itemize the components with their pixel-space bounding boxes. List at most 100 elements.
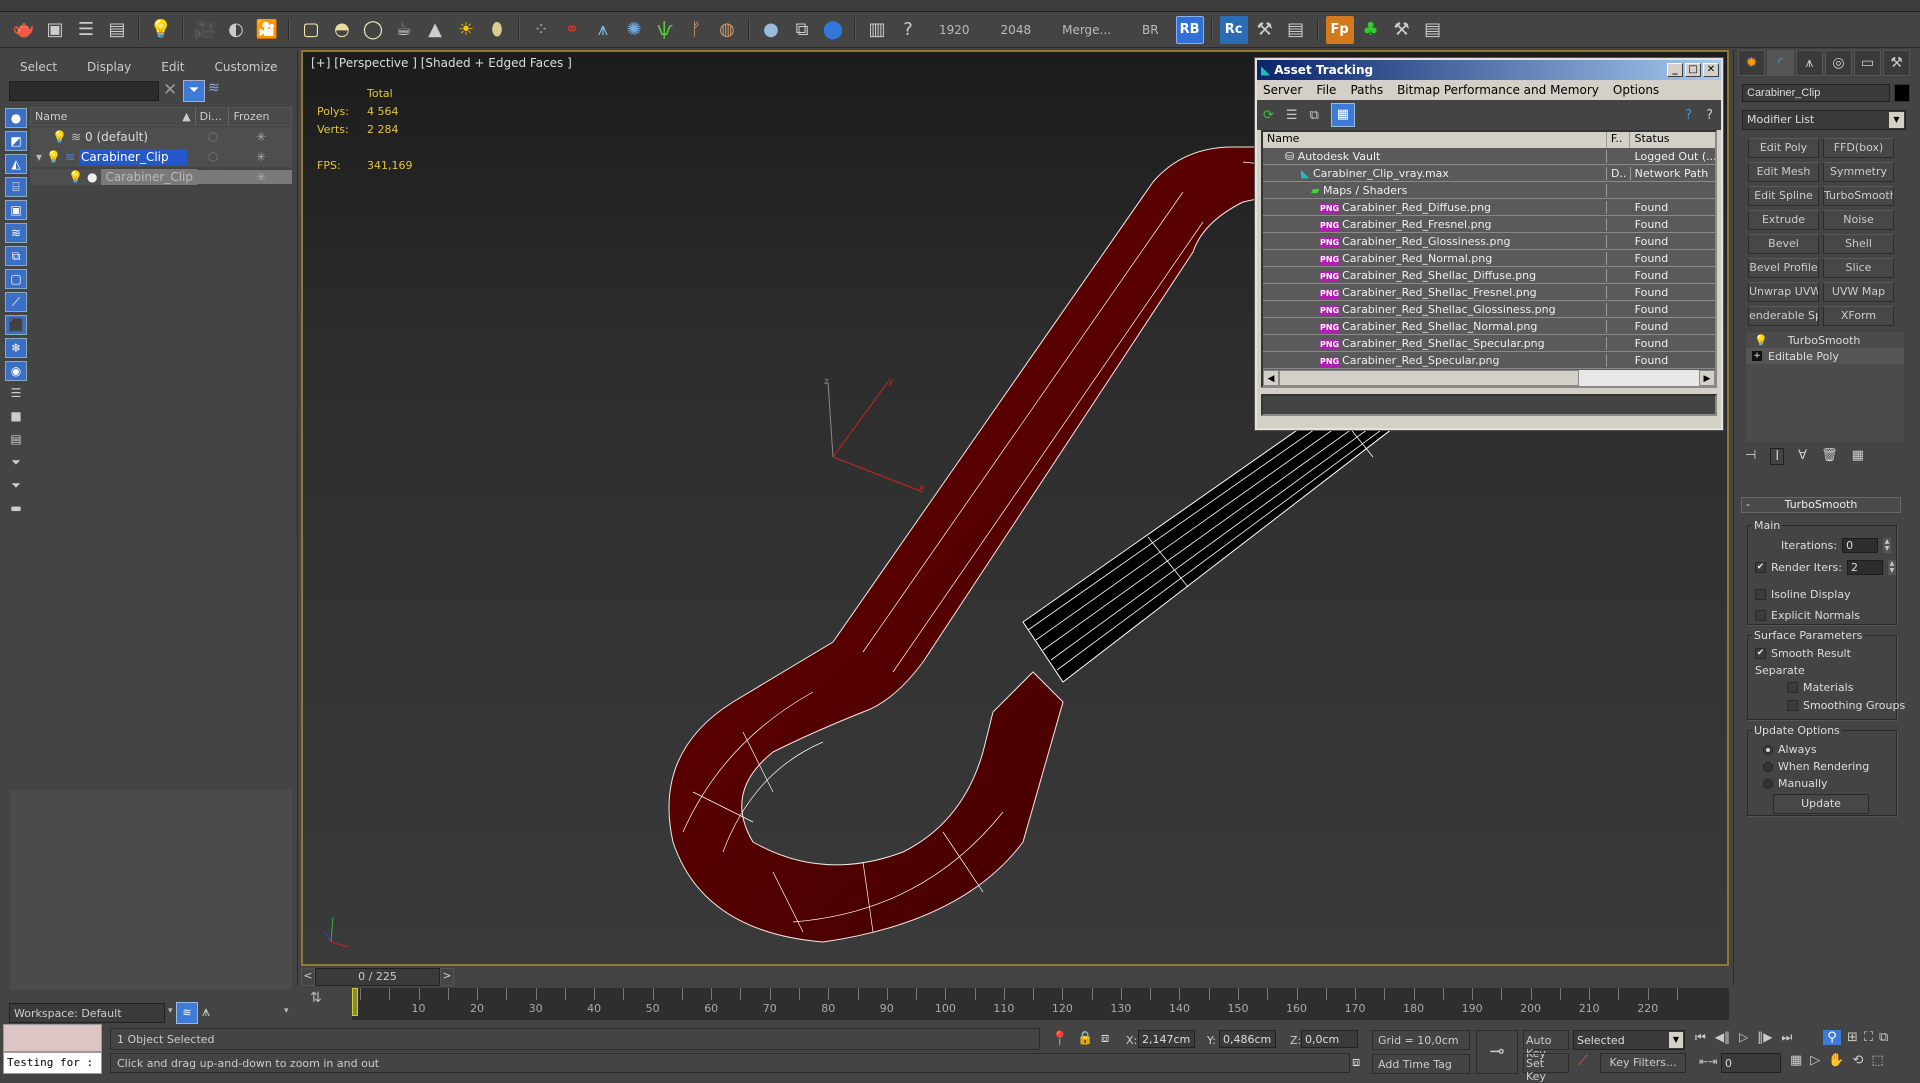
- list-icon[interactable]: ▤: [1282, 16, 1310, 44]
- tools-icon[interactable]: ⚒: [1251, 16, 1279, 44]
- pan-view-icon[interactable]: ✋: [1828, 1053, 1844, 1068]
- dome-light-icon[interactable]: ◓: [328, 16, 356, 44]
- resolution-height-button[interactable]: 2048: [987, 23, 1046, 37]
- help-icon[interactable]: ?: [894, 16, 922, 44]
- zoom-icon[interactable]: ⚲: [1823, 1030, 1841, 1045]
- layer-toggle-icon[interactable]: ▬: [5, 499, 27, 519]
- absolute-mode-icon[interactable]: ⧈: [1101, 1031, 1109, 1046]
- update-manually-radio[interactable]: [1763, 778, 1773, 789]
- stack-item-editable-poly[interactable]: + Editable Poly: [1746, 348, 1904, 364]
- lights-filter-icon[interactable]: ◭: [5, 154, 27, 174]
- containers-filter-icon[interactable]: ⬛: [5, 315, 27, 335]
- render-setup-icon[interactable]: ☰: [72, 16, 100, 44]
- particles-icon[interactable]: ⁘: [527, 16, 555, 44]
- scroll-thumb[interactable]: [1279, 370, 1579, 386]
- forest-icon[interactable]: ♣: [1357, 16, 1385, 44]
- tower-icon[interactable]: ⩚: [589, 16, 617, 44]
- filter-funnel-icon[interactable]: ⏷: [5, 453, 27, 473]
- next-frame-icon[interactable]: ‖▶: [1757, 1030, 1772, 1045]
- key-filters-button[interactable]: Key Filters...: [1600, 1053, 1686, 1073]
- helpers-filter-icon[interactable]: ▣: [5, 200, 27, 220]
- current-frame-marker[interactable]: [352, 988, 358, 1016]
- set-key-icon[interactable]: ⊸: [1476, 1030, 1518, 1074]
- plane-light-icon[interactable]: ▢: [297, 16, 325, 44]
- asset-row[interactable]: PNG Carabiner_Red_Diffuse.png Found: [1263, 199, 1715, 216]
- modifier-button-ffd-box[interactable]: FFD(box): [1823, 138, 1894, 158]
- hair-hf-icon[interactable]: ᚠ: [682, 16, 710, 44]
- ies-light-icon[interactable]: ⬮: [483, 16, 511, 44]
- menu-options[interactable]: Options: [1613, 83, 1659, 97]
- filter-icon[interactable]: ⏷: [183, 80, 205, 102]
- spacewarps-filter-icon[interactable]: ≋: [5, 223, 27, 243]
- display-box-icon[interactable]: ⬡: [196, 130, 230, 144]
- key-selection-dropdown[interactable]: Selected ▼: [1573, 1030, 1685, 1050]
- isolate-selection-icon[interactable]: 📍: [1051, 1031, 1068, 1047]
- motion-tab-icon[interactable]: ◎: [1825, 50, 1852, 76]
- hierarchy-tab-icon[interactable]: ⩚: [1796, 50, 1823, 76]
- modifier-button-noise[interactable]: Noise: [1823, 210, 1894, 230]
- expand-icon[interactable]: +: [1752, 351, 1762, 361]
- play-icon[interactable]: ▷: [1739, 1030, 1748, 1045]
- modifier-button-bevel[interactable]: Bevel: [1748, 234, 1819, 254]
- workspace-dropdown[interactable]: Workspace: Default: [9, 1003, 165, 1023]
- asset-row[interactable]: PNG Carabiner_Red_Shellac_Specular.png Fou…: [1263, 335, 1715, 352]
- visibility-bulb-icon[interactable]: 💡: [46, 150, 61, 164]
- update-always-radio[interactable]: [1763, 744, 1773, 755]
- utilities-tab-icon[interactable]: ⚒: [1883, 50, 1910, 76]
- set-key-button[interactable]: Set Key: [1523, 1053, 1569, 1083]
- camera-icon[interactable]: 🎥: [191, 16, 219, 44]
- modifier-button-edit-poly[interactable]: Edit Poly: [1748, 138, 1819, 158]
- sun-icon[interactable]: ☀: [452, 16, 480, 44]
- menu-select[interactable]: Select: [20, 60, 57, 74]
- zoom-all-icon[interactable]: ⊞: [1847, 1030, 1858, 1045]
- close-button[interactable]: ✕: [1703, 63, 1719, 77]
- column-name[interactable]: Name: [1263, 132, 1607, 148]
- invert-display-icon[interactable]: ▤: [5, 430, 27, 450]
- maxscript-listener-output[interactable]: [3, 1024, 102, 1052]
- fp-button[interactable]: Fp: [1325, 15, 1354, 44]
- maximize-button[interactable]: □: [1685, 63, 1701, 77]
- proxy-icon[interactable]: ⬤: [819, 16, 847, 44]
- table-view-icon[interactable]: ▦: [1330, 103, 1355, 127]
- geometry-filter-icon[interactable]: ●: [5, 108, 27, 128]
- freeze-icon[interactable]: ✳: [230, 170, 292, 184]
- time-slider-prev-button[interactable]: <: [301, 968, 315, 986]
- asset-row[interactable]: PNG Carabiner_Red_Shellac_Fresnel.png Foun…: [1263, 284, 1715, 301]
- modifier-button-slice[interactable]: Slice: [1823, 258, 1894, 278]
- remove-modifier-icon[interactable]: 🗑: [1821, 448, 1838, 465]
- hair-ox-icon[interactable]: ◍: [713, 16, 741, 44]
- column-f[interactable]: F..: [1607, 132, 1631, 148]
- frozen-filter-icon[interactable]: ❄: [5, 338, 27, 358]
- spot-light-icon[interactable]: ▲: [421, 16, 449, 44]
- column-name[interactable]: Name ▲: [31, 108, 196, 125]
- pin-stack-icon[interactable]: ⊣: [1745, 448, 1756, 465]
- render-iters-spinner[interactable]: 2: [1846, 560, 1883, 575]
- stack-item-turbosmooth[interactable]: 💡 TurboSmooth: [1746, 332, 1904, 348]
- asset-row[interactable]: PNG Carabiner_Red_Specular.png Found: [1263, 352, 1715, 369]
- make-unique-icon[interactable]: ∀: [1798, 448, 1807, 465]
- create-tab-icon[interactable]: ✹: [1738, 50, 1765, 76]
- sort-by-hierarchy-icon[interactable]: ⩚: [202, 1004, 210, 1020]
- modifier-button-turbosmooth[interactable]: TurboSmooth: [1823, 186, 1894, 206]
- tools-icon[interactable]: ⚒: [1388, 16, 1416, 44]
- curve-editor-toggle-icon[interactable]: ⇅: [310, 990, 322, 1006]
- render-frame-icon[interactable]: ▣: [41, 16, 69, 44]
- show-end-result-icon[interactable]: I: [1770, 448, 1785, 465]
- rollout-header[interactable]: - TurboSmooth: [1741, 497, 1901, 513]
- scene-row-selected[interactable]: ▾ 💡 ≋ Carabiner_Clip ⬡ ✳: [30, 147, 292, 167]
- scene-row[interactable]: 💡 ● Carabiner_Clip ⬡ ✳: [30, 167, 292, 187]
- clear-search-icon[interactable]: ✕: [163, 80, 177, 100]
- groups-filter-icon[interactable]: ⧉: [5, 246, 27, 266]
- smoothing-groups-checkbox[interactable]: [1787, 700, 1798, 711]
- list-icon[interactable]: ▤: [1419, 16, 1447, 44]
- configure-modifier-sets-icon[interactable]: ▦: [1852, 448, 1864, 465]
- iterations-spinner[interactable]: 0: [1842, 538, 1879, 553]
- video-camera-icon[interactable]: 🎦: [253, 16, 281, 44]
- scene-search-input[interactable]: [9, 81, 159, 101]
- track-bar[interactable]: 10 20 30 40 50 60 70 80 90 100 110 120 130 140 150 160 1…: [352, 988, 1729, 1020]
- modifier-list-dropdown[interactable]: Modifier List ▼: [1742, 110, 1906, 130]
- menu-display[interactable]: Display: [87, 60, 131, 74]
- workspace-dropdown-arrow-icon[interactable]: ▾: [168, 1006, 173, 1016]
- rc-button[interactable]: Rc: [1219, 15, 1248, 44]
- help-icon[interactable]: ?: [1706, 108, 1713, 123]
